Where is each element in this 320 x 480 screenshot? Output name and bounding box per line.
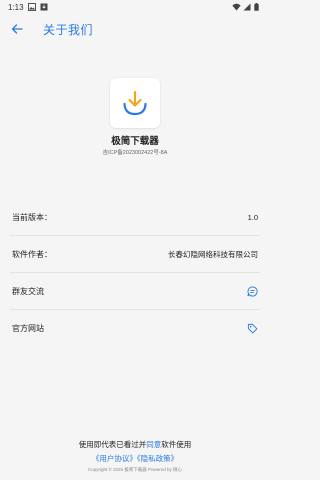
back-button[interactable] — [2, 16, 32, 42]
privacy-policy-link[interactable]: 《隐私政策》 — [137, 454, 178, 463]
status-bar: 1:13 — [0, 0, 270, 14]
website-row[interactable]: 官方网站 — [10, 310, 260, 347]
website-label: 官方网站 — [12, 324, 44, 333]
copyright: Copyright © 2025 极简下载器 Powered by 微心 — [87, 467, 183, 472]
author-row: 软件作者： 长春幻隐网络科技有限公司 — [10, 236, 260, 273]
image-notification-icon — [27, 3, 36, 11]
status-right — [232, 3, 262, 11]
arrow-left-icon — [11, 24, 23, 34]
consent-prefix: 使用即代表已看过并 — [78, 440, 147, 449]
consent-text: 使用即代表已看过并同意软件使用 — [0, 439, 270, 450]
app-name: 极简下载器 — [111, 136, 159, 147]
status-left: 1:13 — [8, 3, 48, 12]
chat-bubble-icon — [246, 285, 258, 297]
icp-number: 吉ICP备2023002422号-8A — [102, 150, 168, 156]
battery-icon — [254, 3, 262, 11]
version-value: 1.0 — [247, 212, 258, 222]
download-notification-icon — [40, 3, 48, 11]
signal-icon — [243, 3, 251, 11]
group-chat-row[interactable]: 群友交流 — [10, 273, 260, 310]
version-label: 当前版本： — [12, 212, 52, 222]
download-logo-icon — [123, 90, 147, 116]
app-bar: 关于我们 — [0, 16, 270, 42]
author-value: 长春幻隐网络科技有限公司 — [168, 249, 258, 259]
consent-suffix: 软件使用 — [161, 440, 192, 449]
consent-link[interactable]: 同意 — [146, 440, 161, 449]
tag-icon — [246, 323, 258, 335]
user-agreement-link[interactable]: 《用户协议》 — [92, 454, 137, 463]
page-title: 关于我们 — [43, 22, 94, 37]
policy-links: 《用户协议》《隐私政策》 — [0, 453, 270, 464]
author-label: 软件作者： — [12, 249, 52, 259]
group-chat-label: 群友交流 — [12, 286, 44, 296]
app-logo — [110, 78, 160, 128]
wifi-icon — [232, 3, 241, 11]
info-list: 当前版本： 1.0 软件作者： 长春幻隐网络科技有限公司 群友交流 官方网站 — [10, 199, 260, 347]
status-time: 1:13 — [8, 2, 24, 12]
version-row: 当前版本： 1.0 — [10, 199, 260, 236]
